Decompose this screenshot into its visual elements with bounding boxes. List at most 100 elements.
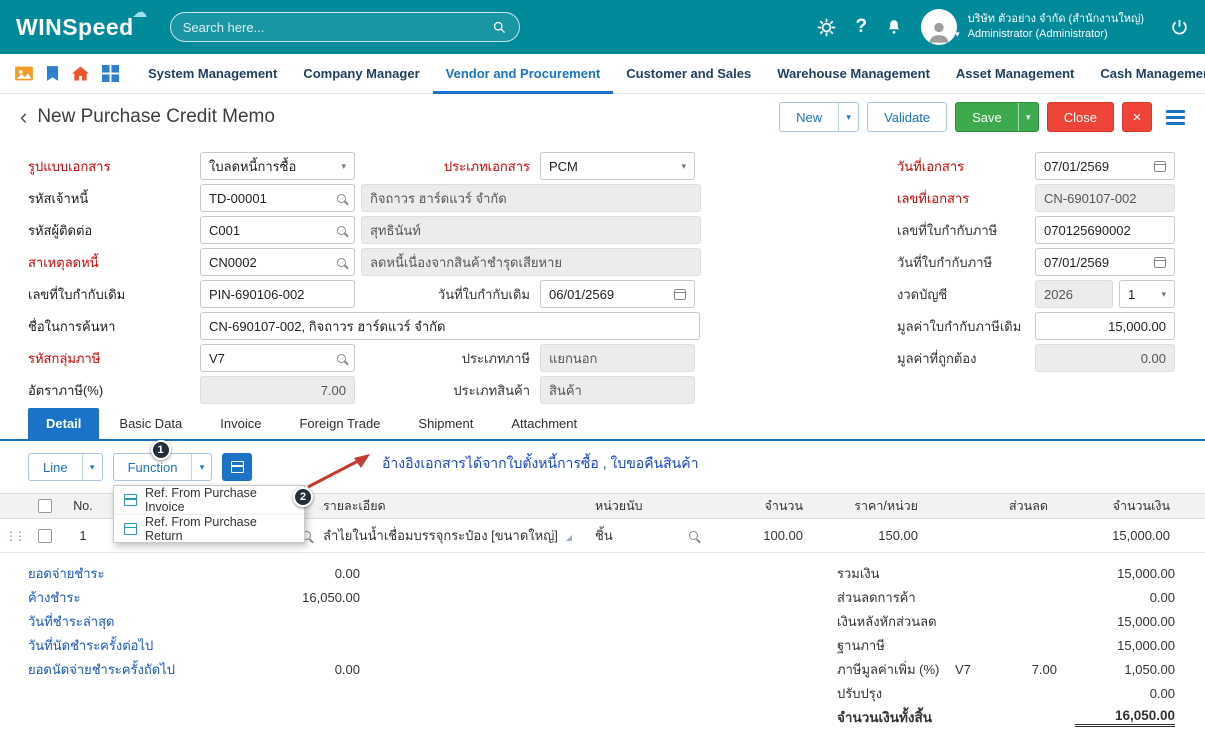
grand-total-value: 16,050.00 [1075,708,1175,727]
orig-tax-amount-field[interactable]: 15,000.00 [1035,312,1175,340]
chevron-down-icon: ▾ [675,161,686,172]
avatar[interactable] [921,9,957,45]
close-x-button[interactable]: × [1122,102,1152,132]
notifications-bell-icon[interactable] [885,18,903,36]
orig-invoice-date-field[interactable]: 06/01/2569 [540,280,695,308]
cell-unit[interactable]: ชิ้น [589,525,704,546]
function-dropdown-menu: Ref. From Purchase Invoice Ref. From Pur… [113,485,305,543]
col-amount: จำนวนเงิน [1054,496,1174,516]
nav-company-manager[interactable]: Company Manager [290,54,432,94]
search-name-field[interactable]: CN-690107-002, กิจถาวร ฮาร์ดแวร์ จำกัด [200,312,700,340]
bookmark-icon[interactable] [46,65,59,82]
contact-code-field[interactable]: C001 [200,216,355,244]
select-all-checkbox[interactable] [38,499,52,513]
vendor-name-field: กิจถาวร ฮาร์ดแวร์ จำกัด [361,184,701,212]
paid-amount-link[interactable]: ยอดจ่ายชำระ [28,563,260,584]
photo-icon[interactable] [14,65,34,82]
tax-rate-field: 7.00 [200,376,355,404]
vendor-code-field[interactable]: TD-00001 [200,184,355,212]
calendar-icon [674,289,686,300]
next-payment-date-link[interactable]: วันที่นัดชำระครั้งต่อไป [28,635,260,656]
vendor-code-label: รหัสเจ้าหนี้ [28,188,200,209]
tax-invoice-no-field[interactable]: 070125690002 [1035,216,1175,244]
cell-description[interactable]: ลำไยในน้ำเชื่อมบรรจุกระป๋อง [ขนาดใหญ่] [319,525,589,546]
document-form: รูปแบบเอกสาร ใบลดหนี้การซื้อ▾ ประเภทเอกส… [0,140,1205,404]
grid-icon [231,461,244,473]
nav-customer-and-sales[interactable]: Customer and Sales [613,54,764,94]
chevron-down-icon: ▾ [1155,289,1166,300]
home-icon[interactable] [71,65,90,82]
tab-basic-data[interactable]: Basic Data [101,408,200,439]
nav-asset-management[interactable]: Asset Management [943,54,1087,94]
menu-item-ref-from-purchase-return[interactable]: Ref. From Purchase Return [114,514,304,542]
outstanding-link[interactable]: ค้างชำระ [28,587,260,608]
tab-foreign-trade[interactable]: Foreign Trade [281,408,398,439]
doc-date-field[interactable]: 07/01/2569 [1035,152,1175,180]
layout-menu-icon[interactable] [1166,110,1185,125]
tab-shipment[interactable]: Shipment [400,408,491,439]
line-button[interactable]: Line ▾ [28,453,103,481]
period-no-select[interactable]: 1▾ [1119,280,1175,308]
col-no: No. [62,499,104,513]
top-app-bar: WINSpeed ☁ ? ▾ บริษัท ตัวอย่าง จำกัด (สำ… [0,0,1205,54]
chevron-down-icon: ▾ [335,161,346,172]
credit-reason-field[interactable]: CN0002 [200,248,355,276]
line-dropdown-caret[interactable]: ▾ [82,454,102,480]
col-unit-price: ราคา/หน่วย [809,496,924,516]
doc-no-field: CN-690107-002 [1035,184,1175,212]
orig-tax-amount-label: มูลค่าใบกำกับภาษีเดิม [897,316,1035,337]
search-icon[interactable] [492,20,507,35]
orig-invoice-no-field[interactable]: PIN-690106-002 [200,280,355,308]
cell-no: 1 [62,528,104,543]
drag-handle-icon[interactable]: ⋮⋮ [0,529,28,543]
apps-grid-icon[interactable] [102,65,119,82]
tax-group-field[interactable]: V7 [200,344,355,372]
last-payment-date-link[interactable]: วันที่ชำระล่าสุด [28,611,260,632]
doc-type-label: ประเภทเอกสาร [355,156,540,177]
credit-reason-label: สาเหตุลดหนี้ [28,252,200,273]
search-icon [337,354,346,363]
doc-format-select[interactable]: ใบลดหนี้การซื้อ▾ [200,152,355,180]
cell-unit-price[interactable]: 150.00 [809,528,924,543]
tax-type-field: แยกนอก [540,344,695,372]
search-input[interactable] [183,20,492,35]
tax-invoice-date-field[interactable]: 07/01/2569 [1035,248,1175,276]
back-chevron-icon[interactable]: ‹ [20,106,27,128]
product-type-field: สินค้า [540,376,695,404]
tab-detail[interactable]: Detail [28,408,99,439]
close-button[interactable]: Close [1047,102,1114,132]
save-dropdown-caret[interactable]: ▾ [1018,103,1038,131]
next-payment-amount-link[interactable]: ยอดนัดจ่ายชำระครั้งถัดไป [28,659,260,680]
nav-cash-management[interactable]: Cash Management [1087,54,1205,94]
nav-system-management[interactable]: System Management [135,54,290,94]
validate-button[interactable]: Validate [867,102,947,132]
period-year-field: 2026 [1035,280,1113,308]
tab-invoice[interactable]: Invoice [202,408,279,439]
menu-item-ref-from-purchase-invoice[interactable]: Ref. From Purchase Invoice [114,486,304,514]
tab-attachment[interactable]: Attachment [493,408,595,439]
product-type-label: ประเภทสินค้า [355,380,540,401]
grid-settings-button[interactable] [222,453,252,481]
credit-reason-name-field: ลดหนี้เนื่องจากสินค้าชำรุดเสียหาย [361,248,701,276]
logout-power-icon[interactable] [1170,18,1189,37]
search-name-label: ชื่อในการค้นหา [28,316,200,337]
calendar-icon [1154,257,1166,268]
save-button[interactable]: Save ▾ [955,102,1039,132]
settings-gear-icon[interactable] [816,17,837,38]
function-dropdown-caret[interactable]: ▾ [191,454,211,480]
resize-grip-icon[interactable] [566,535,572,541]
amount-summary: รวมเงิน15,000.00 ส่วนลดการค้า0.00 เงินหล… [837,561,1175,729]
nav-vendor-and-procurement[interactable]: Vendor and Procurement [433,54,614,94]
help-icon[interactable]: ? [855,16,867,38]
new-dropdown-caret[interactable]: ▾ [838,103,858,131]
row-checkbox[interactable] [38,529,52,543]
vat-amount: 1,050.00 [1057,662,1175,677]
user-profile-menu[interactable]: ▾ บริษัท ตัวอย่าง จำกัด (สำนักงานใหญ่) A… [921,9,1144,45]
global-search[interactable] [170,12,520,42]
table-icon [124,523,137,535]
cell-qty[interactable]: 100.00 [704,528,809,543]
doc-type-select[interactable]: PCM▾ [540,152,695,180]
nav-warehouse-management[interactable]: Warehouse Management [764,54,943,94]
new-button[interactable]: New ▾ [779,102,859,132]
search-icon [337,194,346,203]
